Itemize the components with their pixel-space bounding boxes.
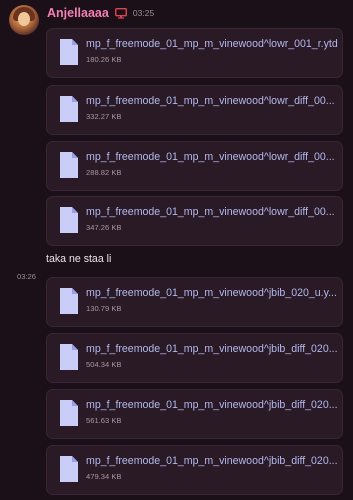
file-icon: [60, 207, 78, 233]
message-header: Anjellaaaa 03:25: [47, 6, 154, 20]
file-icon: [60, 152, 78, 178]
file-icon: [60, 400, 78, 426]
monitor-icon: [114, 7, 127, 19]
file-attachment[interactable]: mp_f_freemode_01_mp_m_vinewood^lowr_diff…: [46, 141, 343, 191]
file-attachment[interactable]: mp_f_freemode_01_mp_m_vinewood^jbib_020_…: [46, 277, 343, 327]
file-icon: [60, 96, 78, 122]
file-attachment[interactable]: mp_f_freemode_01_mp_m_vinewood^jbib_diff…: [46, 389, 343, 439]
file-name[interactable]: mp_f_freemode_01_mp_m_vinewood^lowr_001_…: [86, 38, 338, 50]
file-attachment[interactable]: mp_f_freemode_01_mp_m_vinewood^lowr_diff…: [46, 196, 343, 246]
file-attachment[interactable]: mp_f_freemode_01_mp_m_vinewood^lowr_001_…: [46, 28, 343, 78]
file-icon: [60, 456, 78, 482]
file-name[interactable]: mp_f_freemode_01_mp_m_vinewood^lowr_diff…: [86, 151, 338, 163]
avatar[interactable]: [9, 5, 39, 35]
file-name[interactable]: mp_f_freemode_01_mp_m_vinewood^jbib_diff…: [86, 399, 338, 411]
file-name[interactable]: mp_f_freemode_01_mp_m_vinewood^lowr_diff…: [86, 95, 338, 107]
hover-timestamp: 03:26: [17, 272, 37, 281]
file-size: 479.34 KB: [86, 472, 122, 481]
username[interactable]: Anjellaaaa: [47, 6, 109, 20]
file-attachment[interactable]: mp_f_freemode_01_mp_m_vinewood^jbib_diff…: [46, 333, 343, 383]
file-attachment[interactable]: mp_f_freemode_01_mp_m_vinewood^lowr_diff…: [46, 85, 343, 135]
file-name[interactable]: mp_f_freemode_01_mp_m_vinewood^jbib_020_…: [86, 287, 338, 299]
file-size: 347.26 KB: [86, 223, 122, 232]
file-icon: [60, 288, 78, 314]
message-timestamp: 03:25: [132, 8, 155, 18]
file-name[interactable]: mp_f_freemode_01_mp_m_vinewood^jbib_diff…: [86, 455, 338, 467]
file-size: 504.34 KB: [86, 360, 122, 369]
file-size: 332.27 KB: [86, 112, 122, 121]
file-icon: [60, 39, 78, 65]
file-attachment[interactable]: mp_f_freemode_01_mp_m_vinewood^jbib_diff…: [46, 445, 343, 495]
file-name[interactable]: mp_f_freemode_01_mp_m_vinewood^lowr_diff…: [86, 206, 338, 218]
file-icon: [60, 344, 78, 370]
file-name[interactable]: mp_f_freemode_01_mp_m_vinewood^jbib_diff…: [86, 343, 338, 355]
file-size: 561.63 KB: [86, 416, 122, 425]
message-text: taka ne staa li: [46, 253, 112, 265]
file-size: 130.79 KB: [86, 304, 122, 313]
file-size: 288.82 KB: [86, 168, 122, 177]
file-size: 180.26 KB: [86, 55, 122, 64]
